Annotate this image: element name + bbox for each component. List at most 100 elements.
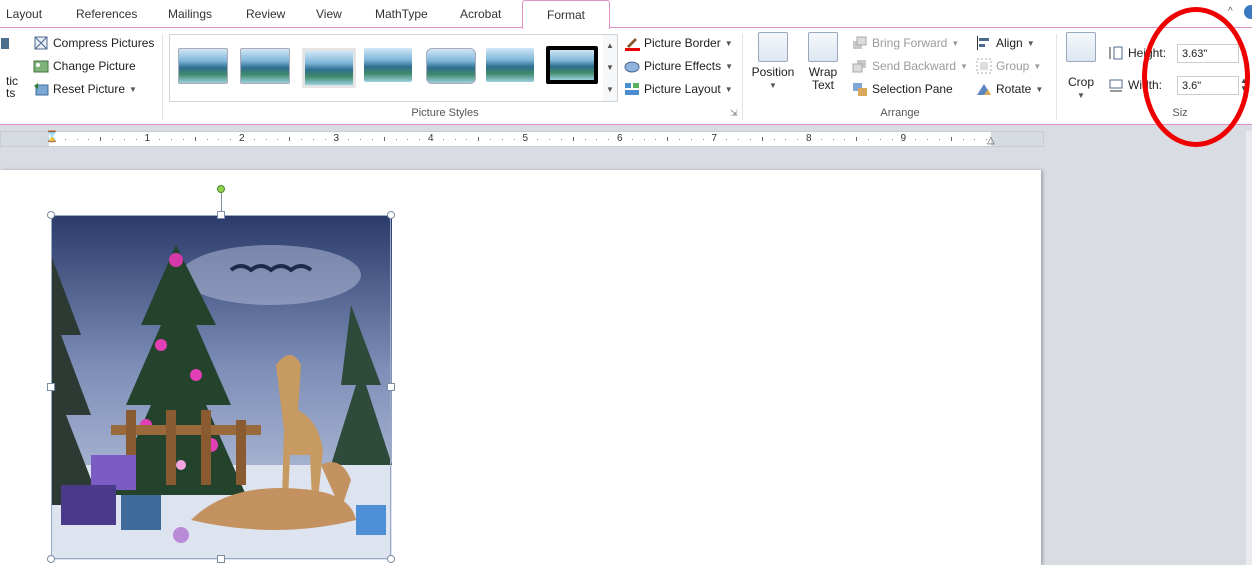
arrange-group-label: Arrange (880, 107, 920, 119)
ruler-dot (655, 139, 657, 140)
ruler-dot (348, 139, 350, 140)
dropdown-arrow-icon: ▼ (724, 38, 733, 48)
tab-acrobat[interactable]: Acrobat (460, 7, 501, 21)
vertical-scrollbar[interactable] (1246, 131, 1252, 565)
ruler-dot (820, 139, 822, 140)
ruler-dot (608, 139, 610, 140)
ruler-dot (277, 139, 279, 140)
ruler-dot (159, 139, 161, 140)
reset-picture-icon (33, 81, 49, 97)
ruler-number: 8 (806, 133, 812, 144)
resize-handle-top[interactable] (217, 211, 225, 219)
ruler-dot (844, 139, 846, 140)
ruler-dot (88, 139, 90, 140)
align-button[interactable]: Align ▼ (976, 35, 1035, 51)
bring-forward-button[interactable]: Bring Forward ▼ (852, 35, 959, 51)
picture-border-button[interactable]: Picture Border ▼ (624, 35, 733, 51)
position-icon (758, 32, 788, 62)
picture-style-1[interactable] (178, 48, 228, 84)
ruler-dot (785, 139, 787, 140)
tab-references[interactable]: References (76, 7, 137, 21)
rotate-button[interactable]: Rotate ▼ (976, 81, 1043, 97)
layout-icon (624, 81, 640, 97)
selection-pane-button[interactable]: Selection Pane (852, 81, 953, 97)
ruler-dot (631, 139, 633, 140)
ruler-dot (454, 139, 456, 140)
picture-style-6[interactable] (486, 48, 534, 82)
crop-button[interactable]: Crop ▼ (1062, 32, 1100, 102)
picture-style-7[interactable] (546, 46, 598, 84)
ruler-tick (100, 137, 102, 141)
right-indent-marker-icon[interactable]: △ (987, 135, 995, 146)
resize-handle-top-right[interactable] (387, 211, 395, 219)
tab-layout[interactable]: Layout (6, 7, 42, 21)
compress-icon (33, 35, 49, 51)
gallery-down-icon[interactable]: ▼ (603, 57, 617, 79)
resize-handle-top-left[interactable] (47, 211, 55, 219)
ruler-dot (135, 139, 137, 140)
ruler-dot (206, 139, 208, 140)
picture-style-5[interactable] (426, 48, 476, 84)
ruler-number: 7 (711, 133, 718, 144)
picture-style-4[interactable] (364, 48, 412, 82)
ruler-dot (301, 139, 303, 140)
picture-style-2[interactable] (240, 48, 290, 84)
ruler-dot (419, 139, 421, 140)
tab-view[interactable]: View (316, 7, 342, 21)
resize-handle-bottom[interactable] (217, 555, 225, 563)
artistic-effects-button-partial[interactable] (0, 36, 14, 52)
tab-review[interactable]: Review (246, 7, 285, 21)
resize-handle-left[interactable] (47, 383, 55, 391)
wrap-text-icon (808, 32, 838, 62)
resize-handle-right[interactable] (387, 383, 395, 391)
ruler-dot (797, 139, 799, 140)
artistic-effects-label-2: ts (6, 86, 16, 100)
gallery-more-icon[interactable]: ▼ (603, 79, 617, 101)
picture-styles-gallery (169, 34, 604, 102)
resize-handle-bottom-left[interactable] (47, 555, 55, 563)
ruler-tick (572, 137, 574, 141)
ruler-dot (64, 139, 66, 140)
tab-mathtype[interactable]: MathType (375, 7, 428, 21)
horizontal-ruler[interactable]: 1 2 3 4 5 6 7 8 9 ⌛ △ (0, 131, 1044, 147)
position-button[interactable]: Position ▼ (750, 32, 796, 92)
ruler-dot (371, 139, 373, 140)
ruler-dot (891, 139, 893, 140)
compress-pictures-button[interactable]: Compress Pictures (33, 35, 154, 51)
group-button[interactable]: Group ▼ (976, 58, 1041, 74)
tab-mailings[interactable]: Mailings (168, 7, 212, 21)
wrap-text-button[interactable]: Wrap Text (804, 32, 842, 92)
change-picture-button[interactable]: Change Picture (33, 58, 136, 74)
picture-style-3[interactable] (302, 48, 356, 88)
ruler-dot (643, 139, 645, 140)
ruler-dot (560, 139, 562, 140)
height-icon (1108, 45, 1124, 61)
artistic-effects-icon (0, 36, 14, 52)
crop-icon (1066, 32, 1096, 62)
ruler-dot (927, 139, 929, 140)
indent-marker-icon[interactable]: ⌛ (45, 130, 59, 143)
gallery-up-icon[interactable]: ▲ (603, 35, 617, 57)
ruler-dot (938, 139, 940, 140)
rotate-handle[interactable] (217, 185, 225, 193)
tab-format[interactable]: Format (522, 0, 610, 29)
reset-picture-button[interactable]: Reset Picture ▼ (33, 81, 137, 97)
picture-effects-button[interactable]: Picture Effects ▼ (624, 58, 733, 74)
ruler-dot (915, 139, 917, 140)
ruler-dot (584, 139, 586, 140)
ruler-dot (395, 139, 397, 140)
ruler-tick (856, 137, 858, 141)
resize-handle-bottom-right[interactable] (387, 555, 395, 563)
minimize-ribbon-icon[interactable]: ^ (1228, 6, 1233, 17)
ruler-tick (478, 137, 480, 141)
help-icon[interactable] (1244, 5, 1252, 19)
ruler-dot (182, 139, 184, 140)
send-backward-button[interactable]: Send Backward ▼ (852, 58, 968, 74)
picture-layout-button[interactable]: Picture Layout ▼ (624, 81, 733, 97)
annotation-circle (1142, 7, 1250, 147)
ruler-dot (407, 139, 409, 140)
dialog-launcher-icon[interactable]: ⇲ (730, 108, 738, 119)
ruler-dot (218, 139, 220, 140)
ruler-dot (974, 139, 976, 140)
ruler-dot (962, 139, 964, 140)
